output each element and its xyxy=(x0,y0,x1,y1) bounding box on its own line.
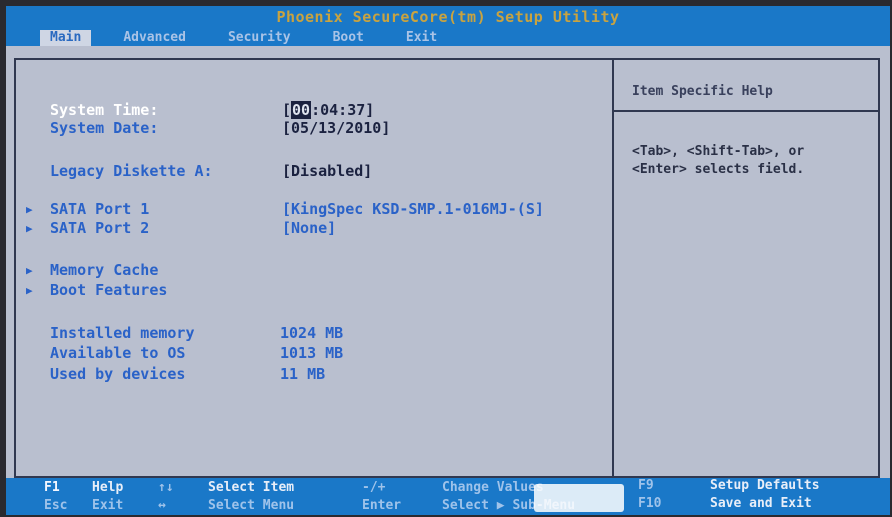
time-open-bracket: [ xyxy=(282,101,292,119)
boot-features-arrow-icon: ▶ xyxy=(26,284,33,297)
sata-port-1-value: [KingSpec KSD-SMP.1-016MJ-(S] xyxy=(282,200,544,218)
app-title: Phoenix SecureCore(tm) Setup Utility xyxy=(276,8,620,26)
legacy-diskette-field[interactable]: [Disabled] xyxy=(282,162,372,180)
installed-memory-value: 1024 MB xyxy=(280,324,344,342)
system-time-label: System Time: xyxy=(50,101,159,119)
bios-screen: Phoenix SecureCore(tm) Setup Utility Mai… xyxy=(6,6,890,515)
menu-advanced[interactable]: Advanced xyxy=(113,30,196,46)
panel-divider xyxy=(612,58,614,478)
sata-port-2-item[interactable]: SATA Port 2 xyxy=(50,219,149,237)
setup-defaults-hint: Setup Defaults xyxy=(710,478,820,493)
menu-bar: Main Advanced Security Boot Exit xyxy=(40,30,469,46)
esc-key: Esc xyxy=(44,498,68,513)
system-date-label: System Date: xyxy=(50,119,159,137)
title-bar: Phoenix SecureCore(tm) Setup Utility Mai… xyxy=(6,6,890,46)
time-rest: :04:37] xyxy=(311,101,375,119)
available-os-value: 1013 MB xyxy=(280,344,344,362)
exit-hint: Exit xyxy=(92,498,124,513)
select-menu-hint: Select Menu xyxy=(208,498,295,513)
boot-features-item[interactable]: Boot Features xyxy=(50,281,167,299)
sata-port-1-item[interactable]: SATA Port 1 xyxy=(50,200,149,218)
menu-boot[interactable]: Boot xyxy=(323,30,374,46)
f10-key: F10 xyxy=(638,496,662,511)
available-os-label: Available to OS xyxy=(50,344,186,362)
f9-key: F9 xyxy=(638,478,654,493)
system-date-field[interactable]: [05/13/2010] xyxy=(282,119,390,137)
left-right-arrows-icon: ↔ xyxy=(158,498,166,513)
up-down-arrows-icon: ↑↓ xyxy=(158,480,174,495)
help-line-2: <Enter> selects field. xyxy=(632,162,805,177)
help-hint: Help xyxy=(92,480,124,495)
menu-exit[interactable]: Exit xyxy=(396,30,447,46)
system-time-field[interactable]: [00:04:37] xyxy=(282,101,374,119)
help-title: Item Specific Help xyxy=(632,84,773,99)
installed-memory-label: Installed memory xyxy=(50,324,195,342)
time-hour-cursor[interactable]: 00 xyxy=(291,101,312,119)
menu-security[interactable]: Security xyxy=(218,30,301,46)
legacy-diskette-label: Legacy Diskette A: xyxy=(50,162,213,180)
menu-main[interactable]: Main xyxy=(40,30,92,46)
plus-minus-key: -/+ xyxy=(362,480,386,495)
help-line-1: <Tab>, <Shift-Tab>, or xyxy=(632,144,805,159)
screen-glare xyxy=(534,484,624,512)
sata-port-2-value: [None] xyxy=(282,219,337,237)
save-exit-hint: Save and Exit xyxy=(710,496,812,511)
select-item-hint: Select Item xyxy=(208,480,295,495)
f1-key: F1 xyxy=(44,480,60,495)
used-devices-value: 11 MB xyxy=(280,365,326,383)
change-values-hint: Change Values xyxy=(442,480,544,495)
sata1-submenu-arrow-icon: ▶ xyxy=(26,203,33,216)
used-devices-label: Used by devices xyxy=(50,365,186,383)
memory-cache-arrow-icon: ▶ xyxy=(26,264,33,277)
memory-cache-item[interactable]: Memory Cache xyxy=(50,261,158,279)
help-divider xyxy=(614,110,880,112)
sata2-submenu-arrow-icon: ▶ xyxy=(26,222,33,235)
enter-key: Enter xyxy=(362,498,402,513)
status-bar: F1 Help ↑↓ Select Item -/+ Change Values… xyxy=(6,478,890,515)
